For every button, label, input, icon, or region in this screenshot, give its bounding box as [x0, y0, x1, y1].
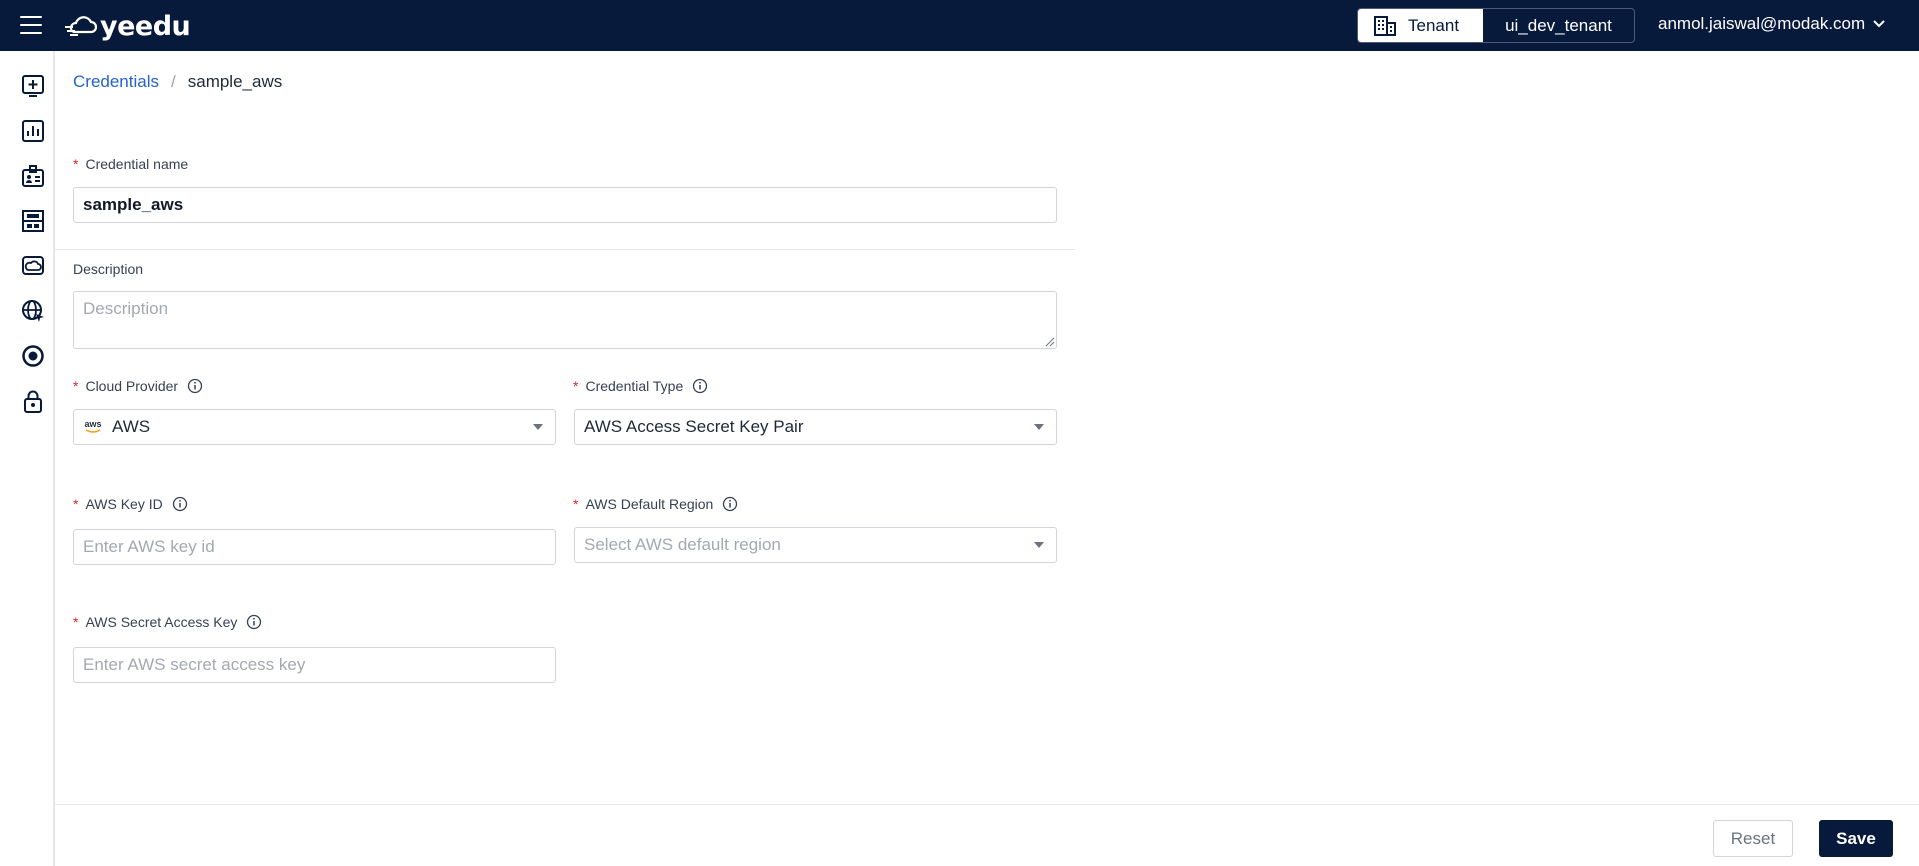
info-icon[interactable] [187, 378, 203, 394]
aws-default-region-label-text: AWS Default Region [585, 496, 714, 512]
info-icon[interactable] [246, 614, 262, 630]
aws-secret-access-key-input[interactable] [73, 647, 556, 683]
aws-default-region-select[interactable]: Select AWS default region [574, 527, 1057, 563]
credential-name-label: * Credential name [73, 156, 188, 172]
user-menu[interactable]: anmol.jaiswal@modak.com [1658, 14, 1885, 34]
resize-handle-icon[interactable] [1045, 337, 1055, 347]
aws-smile-icon [85, 429, 101, 433]
required-marker: * [73, 378, 79, 394]
tenant-switcher[interactable]: Tenant ui_dev_tenant [1357, 8, 1635, 43]
info-icon[interactable] [692, 378, 708, 394]
hamburger-menu-icon[interactable] [20, 16, 42, 34]
aws-logo-icon: aws [83, 419, 103, 435]
reset-button[interactable]: Reset [1713, 820, 1793, 857]
breadcrumb-current: sample_aws [187, 72, 283, 91]
add-screen-icon[interactable] [20, 73, 46, 99]
aws-default-region-placeholder: Select AWS default region [584, 535, 781, 554]
aws-default-region-label: * AWS Default Region [573, 496, 738, 512]
cloud-logo-icon [65, 16, 98, 36]
aws-key-id-input[interactable] [73, 529, 556, 565]
credential-type-label: * Credential Type [573, 378, 708, 394]
description-label-text: Description [73, 261, 144, 277]
description-label: Description [73, 261, 143, 277]
logo-text: yeedu [100, 10, 191, 42]
credential-type-value: AWS Access Secret Key Pair [584, 417, 804, 436]
tenant-button[interactable]: Tenant [1358, 9, 1483, 42]
cloud-provider-label-text: Cloud Provider [85, 378, 179, 394]
required-marker: * [73, 614, 79, 630]
cloud-provider-label: * Cloud Provider [73, 378, 203, 394]
info-icon[interactable] [722, 496, 738, 512]
dropdown-caret-icon [1034, 542, 1044, 548]
aws-key-id-label-text: AWS Key ID [85, 496, 163, 512]
required-marker: * [73, 496, 79, 512]
credential-type-select[interactable]: AWS Access Secret Key Pair [574, 409, 1057, 445]
description-textarea[interactable] [73, 291, 1057, 349]
user-email: anmol.jaiswal@modak.com [1658, 14, 1866, 33]
required-marker: * [73, 156, 79, 172]
top-bar: yeedu Tenant ui_dev_tenant anmol.jaiswal… [0, 0, 1919, 51]
required-marker: * [573, 496, 579, 512]
cloud-provider-value: AWS [112, 417, 151, 436]
credential-name-input[interactable] [73, 187, 1057, 223]
cloud-provider-select[interactable]: aws AWS [73, 409, 556, 445]
dropdown-caret-icon [1034, 424, 1044, 430]
workspace-icon[interactable] [20, 208, 46, 234]
breadcrumb-separator: / [171, 72, 176, 91]
breadcrumb: Credentials / sample_aws [73, 72, 282, 92]
app-logo[interactable]: yeedu [64, 10, 191, 42]
tenant-name[interactable]: ui_dev_tenant [1483, 9, 1634, 42]
section-divider [55, 249, 1075, 250]
aws-key-id-label: * AWS Key ID [73, 496, 188, 512]
id-badge-icon[interactable] [20, 163, 46, 189]
target-icon[interactable] [20, 343, 46, 369]
building-icon [1374, 15, 1396, 36]
save-button[interactable]: Save [1819, 820, 1893, 857]
info-icon[interactable] [172, 496, 188, 512]
required-marker: * [573, 378, 579, 394]
cloud-screen-icon[interactable] [20, 253, 46, 279]
breadcrumb-credentials-link[interactable]: Credentials [73, 72, 159, 92]
aws-secret-access-key-label: * AWS Secret Access Key [73, 614, 262, 630]
sidebar [0, 51, 55, 866]
globe-icon[interactable] [20, 298, 46, 324]
aws-secret-access-key-label-text: AWS Secret Access Key [85, 614, 238, 630]
dropdown-caret-icon [533, 424, 543, 430]
footer-divider [55, 804, 1919, 805]
lock-icon[interactable] [20, 388, 46, 414]
chevron-down-icon [1873, 20, 1885, 28]
credential-name-label-text: Credential name [85, 156, 189, 172]
tenant-label: Tenant [1408, 15, 1460, 35]
chart-icon[interactable] [20, 118, 46, 144]
credential-type-label-text: Credential Type [585, 378, 684, 394]
aws-logo-text: aws [84, 419, 102, 429]
